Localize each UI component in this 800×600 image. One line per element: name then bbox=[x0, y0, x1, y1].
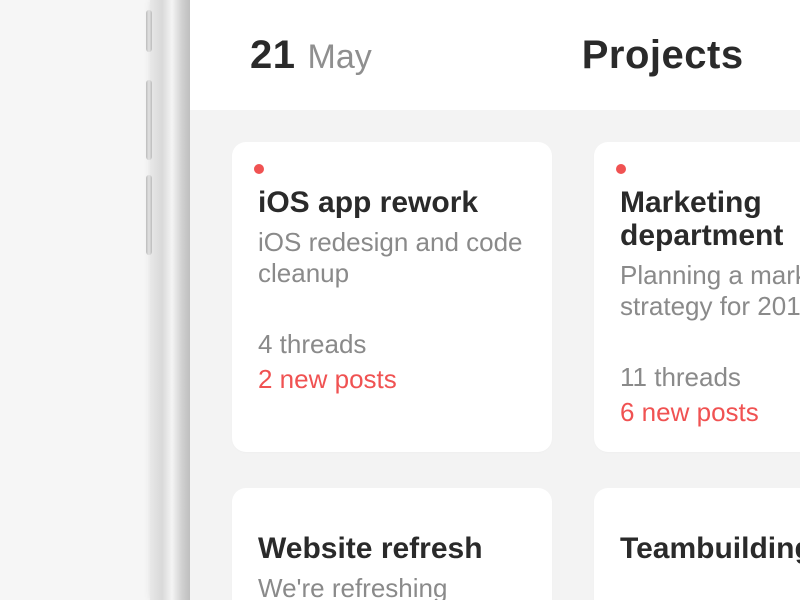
card-row: Website refresh We're refreshing Teambui… bbox=[232, 488, 800, 600]
device-frame bbox=[0, 0, 190, 600]
project-subtitle: iOS redesign and code cleanup bbox=[258, 227, 526, 289]
project-card[interactable]: Teambuilding 2016 bbox=[594, 488, 800, 600]
project-title: Marketing department bbox=[620, 186, 800, 252]
projects-grid[interactable]: iOS app rework iOS redesign and code cle… bbox=[190, 110, 800, 600]
unread-dot-icon bbox=[616, 164, 626, 174]
new-posts-count: 2 new posts bbox=[258, 364, 526, 395]
volume-down-button bbox=[146, 175, 152, 255]
project-meta: 11 threads 6 new posts bbox=[620, 362, 800, 428]
project-title: Teambuilding 2016 bbox=[620, 532, 800, 565]
project-card[interactable]: Website refresh We're refreshing bbox=[232, 488, 552, 600]
date-block: 21 May bbox=[250, 33, 372, 78]
project-subtitle: Planning a marketing strategy for 2016 bbox=[620, 260, 800, 322]
app-header: 21 May Projects bbox=[190, 0, 800, 110]
mute-switch bbox=[146, 10, 152, 52]
device-rail bbox=[150, 0, 190, 600]
date-month: May bbox=[308, 38, 372, 77]
page-title: Projects bbox=[582, 33, 744, 78]
project-meta: 4 threads 2 new posts bbox=[258, 329, 526, 395]
project-title: iOS app rework bbox=[258, 186, 526, 219]
unread-dot-icon bbox=[254, 164, 264, 174]
threads-count: 4 threads bbox=[258, 329, 526, 360]
project-card[interactable]: iOS app rework iOS redesign and code cle… bbox=[232, 142, 552, 452]
threads-count: 11 threads bbox=[620, 362, 800, 393]
project-title: Website refresh bbox=[258, 532, 526, 565]
card-row: iOS app rework iOS redesign and code cle… bbox=[232, 142, 800, 452]
volume-up-button bbox=[146, 80, 152, 160]
project-subtitle: We're refreshing bbox=[258, 573, 526, 600]
date-day: 21 bbox=[250, 33, 296, 78]
new-posts-count: 6 new posts bbox=[620, 397, 800, 428]
project-card[interactable]: Marketing department Planning a marketin… bbox=[594, 142, 800, 452]
app-stage: 21 May Projects iOS app rework iOS redes… bbox=[190, 0, 800, 600]
